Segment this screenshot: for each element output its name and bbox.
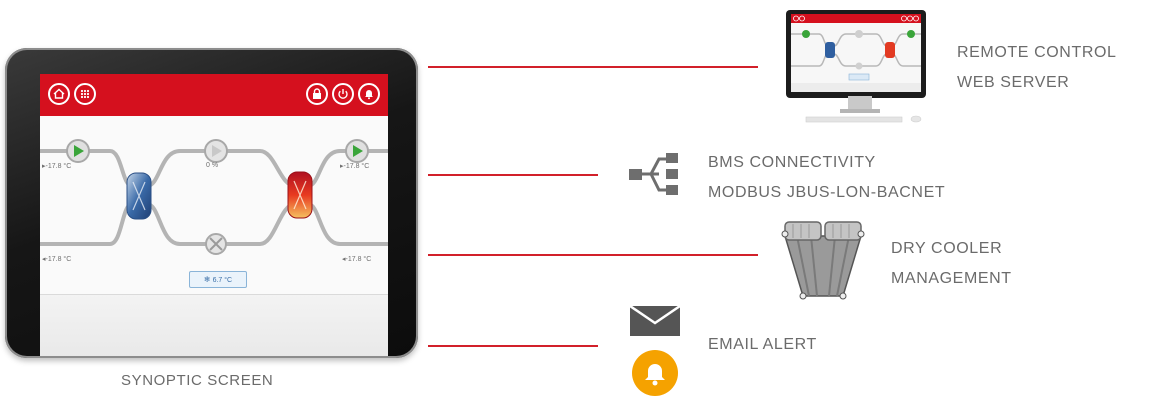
valve-icon xyxy=(205,233,227,255)
power-icon[interactable] xyxy=(332,83,354,105)
bms-label-1: BMS CONNECTIVITY xyxy=(708,154,876,171)
setpoint-value: 6.7 °C xyxy=(212,277,233,284)
dry-cooler-icon xyxy=(781,221,865,300)
pump-middle-icon xyxy=(204,139,228,163)
temp-out-top: ▸-17.8 °C xyxy=(340,163,370,170)
network-share-icon xyxy=(629,153,678,195)
synoptic-header xyxy=(40,74,388,116)
pump-right-icon xyxy=(345,139,369,163)
connector-drycooler xyxy=(428,254,758,256)
drycooler-label-1: DRY COOLER xyxy=(891,240,1003,257)
temp-in-top: ▸-17.8 °C xyxy=(42,163,72,170)
drycooler-label-2: MANAGEMENT xyxy=(891,270,1012,287)
percent-readout: 0 % xyxy=(206,162,219,169)
thermometer-icon: ❄ xyxy=(203,275,211,284)
pump-left-icon xyxy=(66,139,90,163)
email-label: EMAIL ALERT xyxy=(708,336,817,353)
synoptic-caption: SYNOPTIC SCREEN xyxy=(121,372,274,389)
alarm-bell-icon[interactable] xyxy=(358,83,380,105)
process-diagram xyxy=(40,139,388,255)
grid-menu-icon[interactable] xyxy=(74,83,96,105)
monitor-stand-icon xyxy=(805,96,922,123)
bms-label-2: MODBUS JBUS-LON-BACNET xyxy=(708,184,946,201)
temp-in-bottom: ◂-17.8 °C xyxy=(42,256,72,263)
heat-exchanger-hot-icon xyxy=(287,171,313,219)
remote-label-1: REMOTE CONTROL xyxy=(957,44,1117,61)
synoptic-screen: ▸-17.8 °C ▸-17.8 °C 0 % ◂-17.8 °C ◂-17.8… xyxy=(40,74,388,356)
connector-remote xyxy=(428,66,758,68)
remote-label-2: WEB SERVER xyxy=(957,74,1070,91)
setpoint-field[interactable]: ❄ 6.7 °C xyxy=(189,271,247,288)
connector-email xyxy=(428,345,598,347)
temp-out-bottom: ◂-17.8 °C xyxy=(342,256,372,263)
heat-exchanger-cold-icon xyxy=(126,172,152,220)
envelope-icon xyxy=(630,306,680,336)
home-icon[interactable] xyxy=(48,83,70,105)
bell-icon xyxy=(632,350,678,396)
monitor-screen xyxy=(791,14,921,92)
lock-icon[interactable] xyxy=(306,83,328,105)
synoptic-footer xyxy=(40,294,388,356)
connector-bms xyxy=(428,174,598,176)
